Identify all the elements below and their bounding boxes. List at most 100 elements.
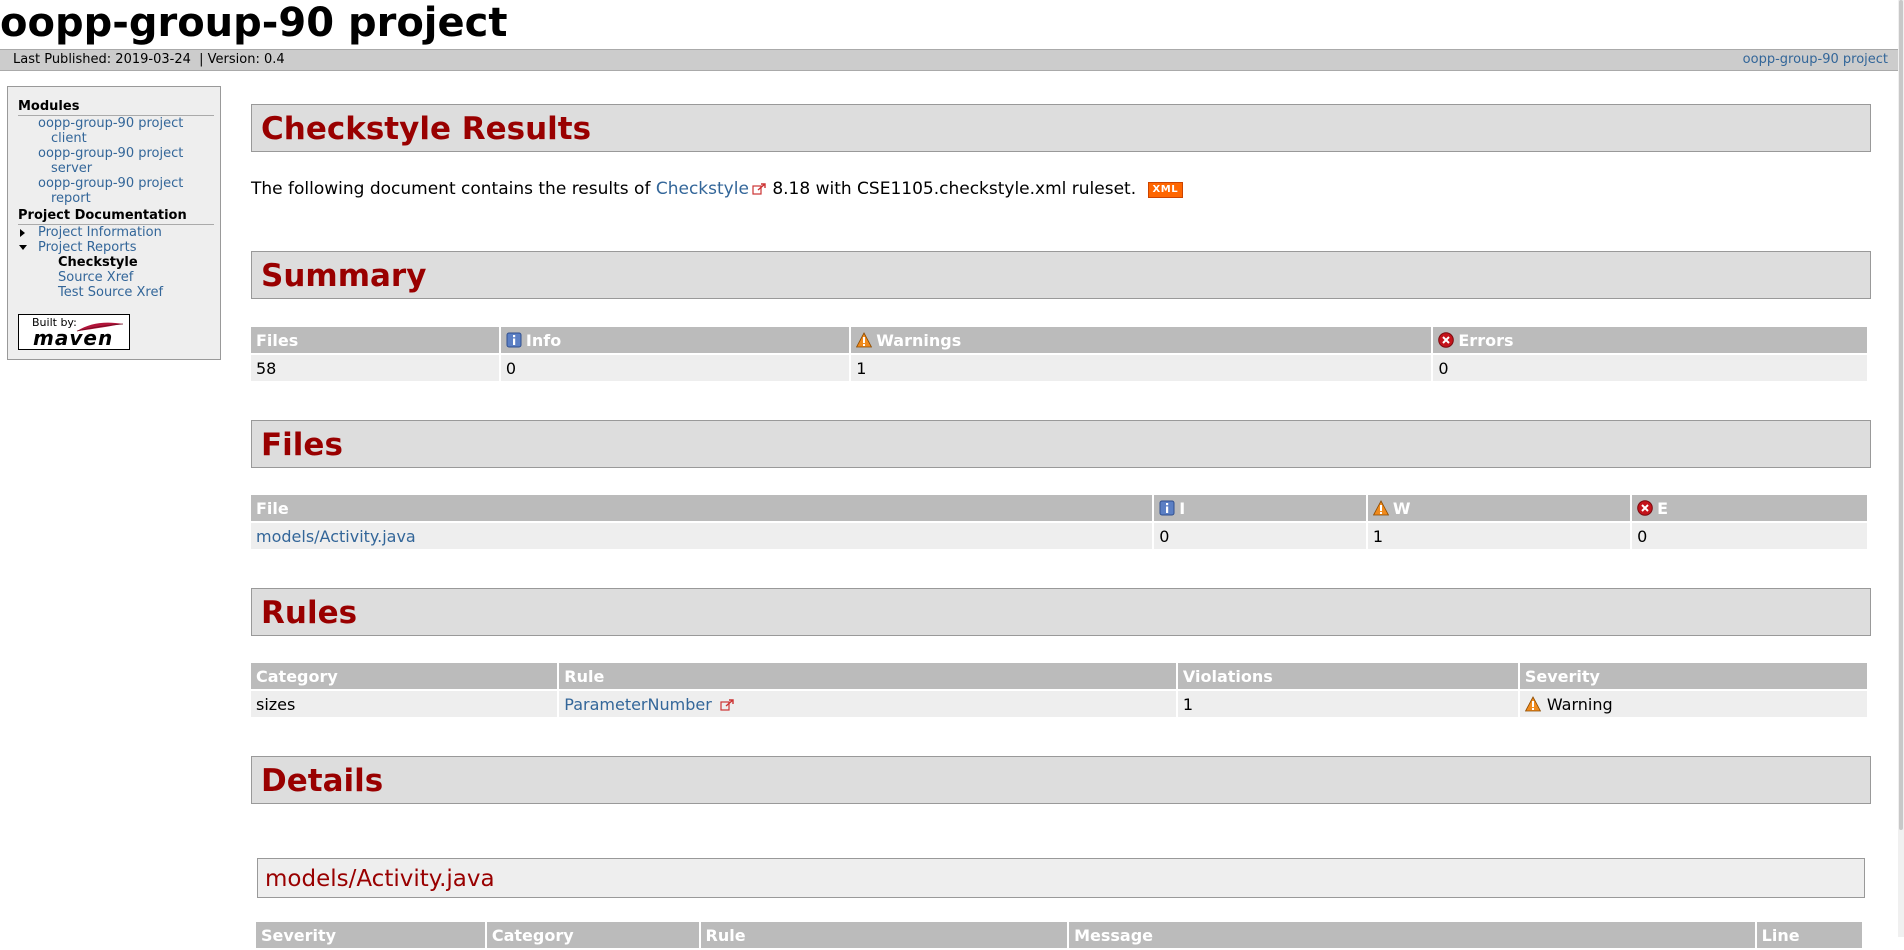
summary-info-value: 0 — [500, 355, 850, 381]
project-home-link[interactable]: oopp-group-90 project — [1743, 50, 1888, 70]
summary-errors-label: Errors — [1458, 330, 1514, 350]
summary-info-label: Info — [525, 330, 562, 350]
module-server-link[interactable]: oopp-group-90 project server — [38, 146, 214, 176]
rules-section: Rules — [251, 588, 1871, 636]
detail-file-section: models/Activity.java — [257, 858, 1865, 898]
breadcrumb: Last Published: 2019-03-24 | Version: 0.… — [0, 49, 1904, 71]
summary-warnings-label: Warnings — [876, 330, 962, 350]
report-source-xref-item[interactable]: Source Xref — [18, 270, 214, 285]
summary-errors-header: Errors — [1433, 327, 1867, 355]
publish-info: Last Published: 2019-03-24 | Version: 0.… — [13, 50, 285, 70]
table-row: models/Activity.java 0 1 0 — [251, 523, 1867, 549]
modules-list: oopp-group-90 project client oopp-group-9… — [18, 116, 214, 206]
details-table: Severity Category Rule Message Line — [254, 922, 1864, 950]
module-server-line1: oopp-group-90 project — [38, 146, 184, 161]
modules-heading: Modules — [18, 99, 214, 116]
summary-files-header: Files — [251, 327, 499, 355]
rules-table: Category Rule Violations Severity sizes … — [249, 663, 1869, 717]
files-w-label: W — [1392, 498, 1411, 518]
rule-link[interactable]: ParameterNumber — [564, 695, 712, 714]
module-report-line1: oopp-group-90 project — [38, 176, 184, 191]
module-client-item[interactable]: oopp-group-90 project client — [18, 116, 214, 146]
detail-file-title: models/Activity.java — [265, 866, 495, 892]
summary-errors-value: 0 — [1433, 355, 1867, 381]
file-w-value: 1 — [1367, 523, 1631, 549]
project-information-link[interactable]: Project Information — [38, 225, 162, 240]
module-client-line2: client — [51, 131, 87, 146]
built-by-maven-logo[interactable]: Built by: maven — [18, 314, 130, 350]
summary-header-row: Files Info Warnings Errors — [251, 327, 1867, 355]
summary-files-value: 58 — [251, 355, 499, 381]
rule-category-value: sizes — [251, 691, 558, 717]
expand-right-icon[interactable] — [20, 229, 25, 237]
scrollbar[interactable] — [1898, 0, 1904, 937]
maven-logo-text: maven — [33, 326, 114, 350]
xml-badge[interactable]: XML — [1147, 182, 1184, 198]
checkstyle-results-section: Checkstyle Results — [251, 104, 1871, 152]
error-icon — [1438, 332, 1454, 348]
rules-rule-header: Rule — [559, 663, 1176, 691]
files-e-label: E — [1657, 498, 1668, 518]
details-rule-header: Rule — [700, 922, 1068, 950]
module-server-item[interactable]: oopp-group-90 project server — [18, 146, 214, 176]
intro-paragraph: The following document contains the resu… — [251, 177, 1184, 201]
external-link-icon — [720, 699, 735, 711]
rule-severity-value: Warning — [1546, 694, 1613, 714]
project-title: oopp-group-90 project — [0, 0, 508, 46]
details-section: Details — [251, 756, 1871, 804]
details-message-header: Message — [1069, 922, 1755, 950]
file-i-value: 0 — [1154, 523, 1366, 549]
rule-name-cell: ParameterNumber — [559, 691, 1176, 717]
rule-violations-value: 1 — [1177, 691, 1518, 717]
intro-after: 8.18 with CSE1105.checkstyle.xml ruleset… — [772, 179, 1137, 199]
checkstyle-link[interactable]: Checkstyle — [656, 179, 749, 199]
project-information-item[interactable]: Project Information — [18, 225, 214, 240]
rules-violations-header: Violations — [1177, 663, 1518, 691]
rules-severity-header: Severity — [1519, 663, 1867, 691]
module-client-link[interactable]: oopp-group-90 project client — [38, 116, 214, 146]
summary-warnings-value: 1 — [851, 355, 1432, 381]
files-i-header: I — [1154, 495, 1366, 523]
expand-down-icon[interactable] — [19, 245, 27, 250]
summary-table: Files Info Warnings Errors 58 0 1 0 — [249, 327, 1869, 381]
external-link-icon — [752, 183, 767, 195]
nav-column: Modules oopp-group-90 project client oopp… — [18, 99, 214, 300]
file-e-value: 0 — [1632, 523, 1867, 549]
details-header-row: Severity Category Rule Message Line — [256, 922, 1862, 950]
summary-section: Summary — [251, 251, 1871, 299]
warning-icon — [856, 332, 872, 348]
scrollbar-thumb[interactable] — [1899, 0, 1903, 830]
version: | Version: 0.4 — [199, 52, 285, 67]
banner: oopp-group-90 project — [0, 0, 1904, 49]
module-client-line1: oopp-group-90 project — [38, 116, 184, 131]
report-source-xref-link[interactable]: Source Xref — [58, 270, 133, 285]
details-category-header: Category — [486, 922, 699, 950]
summary-value-row: 58 0 1 0 — [251, 355, 1867, 381]
module-report-item[interactable]: oopp-group-90 project report — [18, 176, 214, 206]
rules-heading: Rules — [261, 595, 358, 631]
files-heading: Files — [261, 427, 343, 463]
rules-header-row: Category Rule Violations Severity — [251, 663, 1867, 691]
project-reports-item[interactable]: Project Reports — [18, 240, 214, 255]
intro-before: The following document contains the resu… — [251, 179, 651, 199]
warning-icon — [1373, 500, 1389, 516]
summary-warnings-header: Warnings — [851, 327, 1432, 355]
report-test-source-xref-link[interactable]: Test Source Xref — [58, 285, 163, 300]
error-icon — [1637, 500, 1653, 516]
left-column: Modules oopp-group-90 project client oopp… — [7, 86, 221, 360]
file-link[interactable]: models/Activity.java — [256, 527, 416, 546]
project-reports-link[interactable]: Project Reports — [38, 240, 136, 255]
summary-info-header: Info — [500, 327, 850, 355]
table-row: sizes ParameterNumber 1 Warning — [251, 691, 1867, 717]
summary-heading: Summary — [261, 258, 427, 294]
details-severity-header: Severity — [256, 922, 485, 950]
report-test-source-xref-item[interactable]: Test Source Xref — [18, 285, 214, 300]
files-table: File I W E models/Activity.java 0 1 0 — [249, 495, 1869, 549]
files-file-header: File — [251, 495, 1153, 523]
last-published: Last Published: 2019-03-24 — [13, 52, 191, 67]
module-report-link[interactable]: oopp-group-90 project report — [38, 176, 214, 206]
rule-severity-cell: Warning — [1519, 691, 1867, 717]
module-server-line2: server — [51, 161, 93, 176]
rules-category-header: Category — [251, 663, 558, 691]
module-report-line2: report — [51, 191, 91, 206]
